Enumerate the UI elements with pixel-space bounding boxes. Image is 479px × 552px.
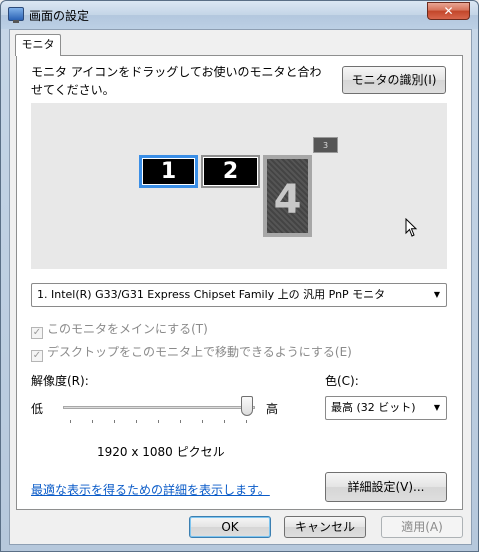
resolution-slider-thumb[interactable] bbox=[241, 396, 253, 416]
color-label: 色(C): bbox=[325, 374, 359, 388]
monitor-4-icon[interactable]: 4 bbox=[263, 155, 312, 237]
monitor-2-icon[interactable]: 2 bbox=[201, 155, 260, 188]
resolution-slider-track[interactable] bbox=[63, 406, 255, 409]
apply-button[interactable]: 適用(A) bbox=[381, 516, 463, 538]
cancel-button[interactable]: キャンセル bbox=[284, 516, 366, 538]
checkbox-box: ✓ bbox=[31, 327, 43, 339]
resolution-high-label: 高 bbox=[266, 402, 279, 416]
checkbox-box: ✓ bbox=[31, 350, 43, 362]
resolution-value: 1920 x 1080 ピクセル bbox=[97, 445, 225, 459]
main-monitor-checkbox[interactable]: ✓ このモニタをメインにする(T) bbox=[31, 320, 208, 339]
tab-monitor[interactable]: モニタ bbox=[15, 34, 61, 56]
resolution-slider-ticks bbox=[70, 420, 250, 424]
resolution-label: 解像度(R): bbox=[31, 374, 89, 388]
chevron-down-icon: ▼ bbox=[433, 403, 440, 412]
resolution-low-label: 低 bbox=[31, 402, 44, 416]
extend-desktop-label: デスクトップをこのモニタ上で移動できるようにする(E) bbox=[47, 345, 352, 359]
instruction-text: モニタ アイコンをドラッグしてお使いのモニタと合わせてください。 bbox=[31, 65, 322, 97]
identify-monitors-button[interactable]: モニタの識別(I) bbox=[342, 66, 446, 94]
display-select-value: 1. Intel(R) G33/G31 Express Chipset Fami… bbox=[37, 288, 386, 301]
title-bar[interactable]: 画面の設定 ✕ bbox=[1, 1, 478, 29]
display-settings-icon bbox=[8, 7, 24, 23]
window-title: 画面の設定 bbox=[29, 9, 90, 23]
display-select[interactable]: 1. Intel(R) G33/G31 Express Chipset Fami… bbox=[31, 283, 447, 307]
close-button[interactable]: ✕ bbox=[427, 2, 470, 20]
color-depth-value: 最高 (32 ビット) bbox=[331, 401, 416, 414]
ok-button[interactable]: OK bbox=[189, 516, 271, 538]
help-link[interactable]: 最適な表示を得るための詳細を表示します。 bbox=[31, 481, 270, 498]
monitor-1-icon[interactable]: 1 bbox=[139, 155, 198, 188]
extend-desktop-checkbox[interactable]: ✓ デスクトップをこのモニタ上で移動できるようにする(E) bbox=[31, 343, 352, 362]
monitor-3-icon[interactable]: 3 bbox=[313, 137, 338, 153]
color-depth-select[interactable]: 最高 (32 ビット) ▼ bbox=[325, 396, 447, 420]
main-monitor-label: このモニタをメインにする(T) bbox=[47, 322, 208, 336]
advanced-settings-button[interactable]: 詳細設定(V)... bbox=[325, 472, 447, 502]
chevron-down-icon: ▼ bbox=[433, 290, 440, 299]
